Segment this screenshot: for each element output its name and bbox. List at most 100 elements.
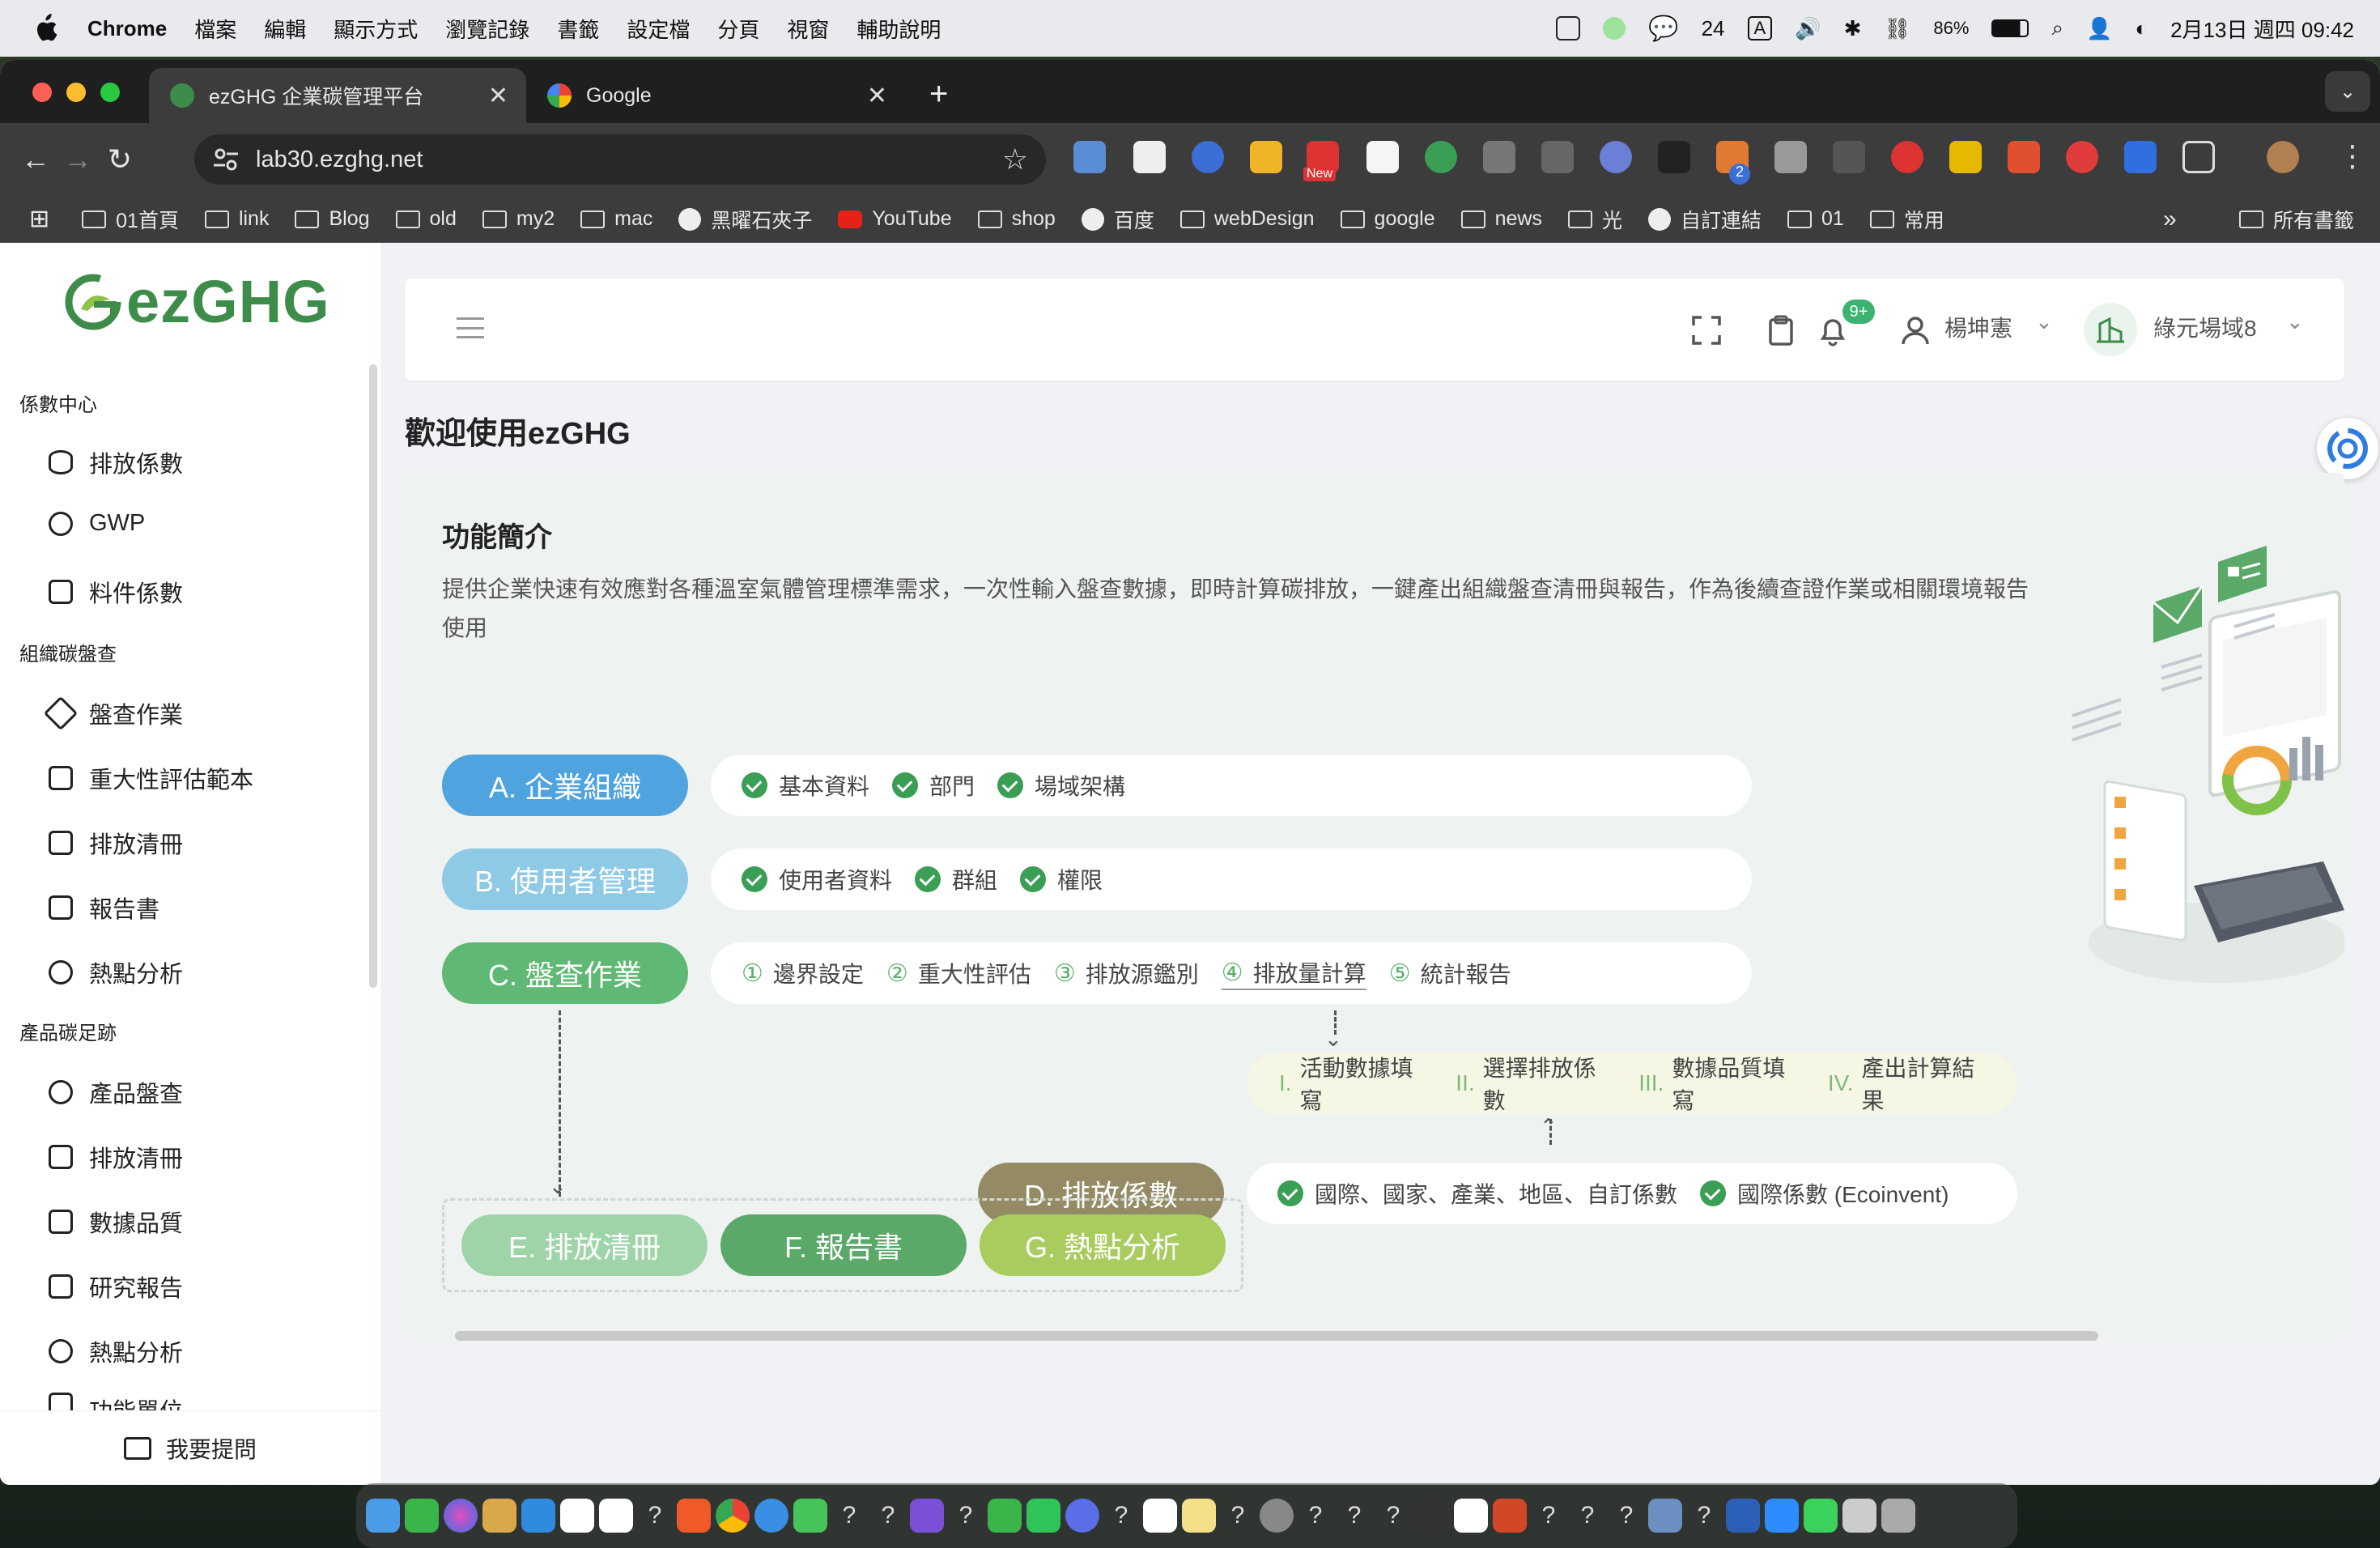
clipboard-icon[interactable] <box>1556 16 1581 40</box>
siri-icon[interactable] <box>444 1499 478 1533</box>
sidebar-item-report[interactable]: 報告書 <box>49 891 159 925</box>
input-mode-icon[interactable]: A <box>1747 16 1773 40</box>
sidebar-item-functional-unit[interactable]: 功能單位 <box>49 1393 183 1410</box>
control-center-icon[interactable]: ◐ <box>2135 16 2148 41</box>
link-icon[interactable]: ⛓ <box>1884 16 1910 41</box>
menu-file[interactable]: 檔案 <box>194 14 236 44</box>
site-info-icon[interactable] <box>212 147 240 172</box>
chat-status-icon[interactable] <box>1603 17 1626 40</box>
user-name[interactable]: 楊坤憲 <box>1944 311 2012 343</box>
unknown-app-icon[interactable]: ? <box>871 1499 905 1533</box>
sidebar-item-material-factor[interactable]: 料件係數 <box>49 575 183 609</box>
close-tab-icon[interactable]: ✕ <box>867 82 887 110</box>
unknown-app-icon[interactable]: ? <box>1104 1499 1138 1533</box>
menubar-clock[interactable]: 2月13日 週四 09:42 <box>2170 14 2354 44</box>
bookmark-item[interactable]: 01 <box>1787 207 1844 231</box>
bookmark-item[interactable]: news <box>1460 207 1542 231</box>
finder-icon[interactable] <box>366 1499 400 1533</box>
site-name[interactable]: 綠元場域8 <box>2153 311 2257 343</box>
module-c-pill[interactable]: C. 盤查作業 <box>442 942 688 1004</box>
adblock-extension-icon[interactable] <box>1891 141 1923 173</box>
tab-ezghg[interactable]: ezGHG 企業碳管理平台 ✕ <box>149 68 526 123</box>
unknown-app-icon[interactable]: ? <box>949 1499 983 1533</box>
settings-icon[interactable] <box>1260 1499 1294 1533</box>
translate-extension-icon[interactable] <box>1073 141 1106 173</box>
sidebar-item-data-quality[interactable]: 數據品質 <box>49 1205 183 1239</box>
messages-icon[interactable] <box>793 1499 827 1533</box>
app-store-icon[interactable] <box>521 1499 555 1533</box>
bookmarks-overflow-button[interactable]: » <box>2163 206 2177 233</box>
tab-google[interactable]: Google ✕ <box>526 68 905 123</box>
extension-icon[interactable] <box>1192 141 1224 173</box>
calendar-icon[interactable] <box>599 1499 633 1533</box>
horizontal-scrollbar[interactable] <box>455 1331 2098 1341</box>
freeform-icon[interactable] <box>1454 1499 1488 1533</box>
back-button[interactable]: ← <box>15 138 57 181</box>
battery-icon[interactable] <box>1991 19 2029 37</box>
module-e-pill[interactable]: E. 排放清冊 <box>461 1214 708 1276</box>
notion-extension-icon[interactable] <box>1366 141 1399 173</box>
close-tab-icon[interactable]: ✕ <box>488 82 508 110</box>
bookmark-item[interactable]: 常用 <box>1869 205 1944 234</box>
unknown-app-icon[interactable]: ? <box>1687 1499 1721 1533</box>
powerpoint-icon[interactable] <box>1493 1499 1527 1533</box>
bookmark-item[interactable]: mac <box>580 207 652 231</box>
unknown-app-icon[interactable]: ? <box>1298 1499 1332 1533</box>
unknown-app-icon[interactable]: ? <box>1570 1499 1604 1533</box>
sidebar-scrollbar[interactable] <box>369 364 377 988</box>
user-icon[interactable]: 👤 <box>2086 16 2112 41</box>
extension-icon[interactable] <box>1949 141 1982 173</box>
wechat-icon[interactable] <box>988 1499 1022 1533</box>
module-a-pill[interactable]: A. 企業組織 <box>442 755 688 816</box>
bookmark-item[interactable]: link <box>204 207 269 231</box>
chevron-down-icon[interactable]: ⌄ <box>2035 309 2053 334</box>
launchpad-icon[interactable] <box>482 1499 516 1533</box>
sidebar-item-inventory-work[interactable]: 盤查作業 <box>43 695 183 731</box>
extension-icon[interactable] <box>1600 141 1632 173</box>
bookmark-item[interactable]: 01首頁 <box>82 205 179 234</box>
bookmark-star-icon[interactable]: ☆ <box>1002 142 1028 176</box>
sidebar-item-emission-factor[interactable]: 排放係數 <box>49 445 183 479</box>
bookmark-item[interactable]: 自訂連結 <box>1648 205 1762 234</box>
extension-icon[interactable] <box>2124 141 2157 173</box>
extension-icon[interactable] <box>1541 141 1574 173</box>
bookmark-item[interactable]: 光 <box>1568 205 1622 234</box>
extension-icon[interactable] <box>2008 141 2040 173</box>
chrome-icon[interactable] <box>716 1499 750 1533</box>
bookmark-item[interactable]: 黑曜石夾子 <box>678 205 812 234</box>
menu-edit[interactable]: 編輯 <box>264 14 306 44</box>
sidebar-item-product-hotspot[interactable]: 熱點分析 <box>49 1334 183 1368</box>
extension-icon[interactable] <box>2066 141 2098 173</box>
browser-menu-icon[interactable]: ⋮ <box>2338 139 2367 173</box>
module-b-pill[interactable]: B. 使用者管理 <box>442 848 688 910</box>
menu-help[interactable]: 輔助說明 <box>856 14 941 44</box>
sidebar-item-gwp[interactable]: GWP <box>49 510 145 537</box>
fullscreen-icon[interactable] <box>1690 314 1723 347</box>
notes-icon[interactable] <box>1182 1499 1216 1533</box>
search-icon[interactable]: ⌕ <box>2051 15 2063 41</box>
sidebar-item-materiality-template[interactable]: 重大性評估範本 <box>49 761 253 795</box>
bookmark-item[interactable]: shop <box>977 207 1056 231</box>
zoom-icon[interactable] <box>1765 1499 1799 1533</box>
sidebar-item-hotspot[interactable]: 熱點分析 <box>49 955 183 989</box>
unknown-app-icon[interactable]: ? <box>1337 1499 1371 1533</box>
menu-toggle-icon[interactable] <box>457 317 484 338</box>
extension-icon[interactable] <box>1425 141 1457 173</box>
unknown-app-icon[interactable]: ? <box>638 1499 672 1533</box>
tab-search-button[interactable]: ⌄ <box>2325 71 2370 112</box>
menubar-app-name[interactable]: Chrome <box>87 16 167 41</box>
unknown-app-icon[interactable]: ? <box>1221 1499 1255 1533</box>
markdown-extension-icon[interactable] <box>1658 141 1690 173</box>
volume-icon[interactable]: 🔊 <box>1795 16 1821 41</box>
minimize-window-button[interactable] <box>66 83 86 102</box>
bluetooth-icon[interactable]: ✱ <box>1844 16 1862 41</box>
brave-icon[interactable] <box>677 1499 711 1533</box>
sidebar-item-emission-inventory[interactable]: 排放清冊 <box>49 826 183 860</box>
user-icon[interactable] <box>1899 314 1932 347</box>
menu-profiles[interactable]: 設定檔 <box>627 14 690 44</box>
close-window-button[interactable] <box>32 83 52 102</box>
menu-window[interactable]: 視窗 <box>787 14 829 44</box>
menu-bookmarks[interactable]: 書籤 <box>557 14 599 44</box>
bookmark-item[interactable]: old <box>395 207 457 231</box>
reminders-icon[interactable] <box>1143 1499 1177 1533</box>
